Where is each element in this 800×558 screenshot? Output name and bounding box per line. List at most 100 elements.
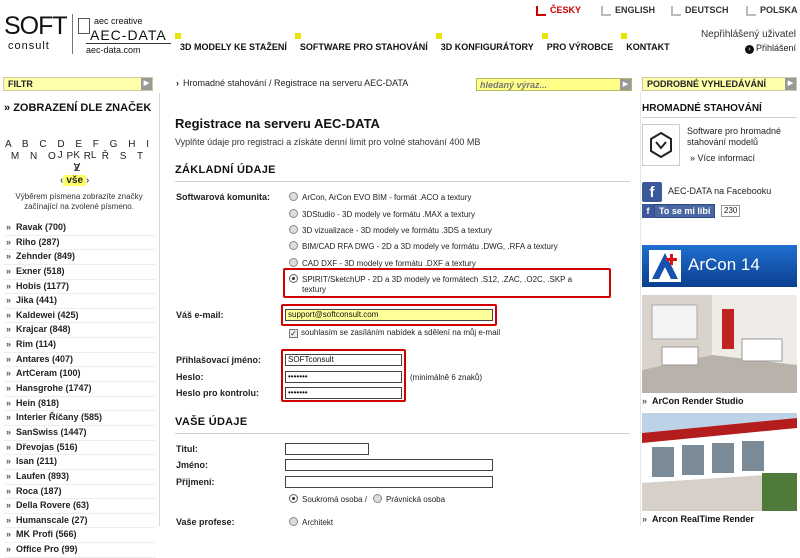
- list-item[interactable]: Laufen (893): [4, 470, 156, 485]
- login-name-label: Přihlašovací jméno:: [176, 355, 262, 365]
- lang-english[interactable]: ENGLISH: [601, 5, 655, 16]
- list-item[interactable]: Della Rovere (63): [4, 499, 156, 514]
- nav-contact[interactable]: KONTAKT: [621, 33, 674, 52]
- first-name-field[interactable]: [285, 459, 493, 471]
- software-option-label: 3DStudio - 3D modely ve formátu .MAX a t…: [302, 210, 475, 219]
- bulk-download-icon[interactable]: [642, 124, 680, 166]
- list-item[interactable]: Exner (518): [4, 265, 156, 280]
- nav-software[interactable]: SOFTWARE PRO STAHOVÁNÍ: [294, 33, 433, 52]
- list-item[interactable]: Interier Říčany (585): [4, 411, 156, 426]
- search-go-icon[interactable]: ▶: [620, 79, 631, 90]
- radio-selected-icon[interactable]: [289, 274, 298, 283]
- chevron-right-icon: »: [690, 153, 698, 163]
- render-studio-image[interactable]: [642, 295, 797, 393]
- radio-icon[interactable]: [289, 209, 298, 218]
- password-confirm-field[interactable]: •••••••: [285, 387, 402, 399]
- password-hint: (minimálně 6 znaků): [410, 373, 483, 382]
- title-label: Titul:: [176, 444, 198, 454]
- radio-selected-icon[interactable]: [289, 494, 298, 503]
- login-name-field[interactable]: SOFTconsult: [285, 354, 402, 366]
- checkmark-icon[interactable]: ✓: [289, 329, 298, 338]
- lang-german[interactable]: DEUTSCH: [671, 5, 729, 16]
- left-divider: [159, 93, 160, 526]
- list-item[interactable]: ArtCeram (100): [4, 367, 156, 383]
- person-legal-label[interactable]: Právnická osoba: [386, 495, 445, 504]
- last-name-field[interactable]: [285, 476, 493, 488]
- render-studio-caption[interactable]: ArCon Render Studio: [642, 396, 744, 406]
- list-item[interactable]: Rim (114): [4, 338, 156, 353]
- arcon-banner[interactable]: ArCon 14: [642, 245, 797, 287]
- list-item[interactable]: Hobis (1177): [4, 280, 156, 295]
- radio-icon[interactable]: [289, 225, 298, 234]
- list-item[interactable]: Jika (441): [4, 294, 156, 309]
- realtime-render-image[interactable]: [642, 413, 797, 511]
- software-option-spirit[interactable]: SPIRIT/SketchUP - 2D a 3D modely ve form…: [289, 274, 572, 295]
- list-item[interactable]: Ravak (700): [4, 221, 156, 236]
- software-option-bimcad[interactable]: BIM/CAD RFA DWG - 2D a 3D modely ve form…: [289, 241, 558, 251]
- list-item[interactable]: SanSwiss (1447): [4, 426, 156, 441]
- list-item[interactable]: Office Pro (99): [4, 543, 156, 558]
- lang-polish[interactable]: POLSKA: [746, 5, 798, 16]
- bulk-download-title: HROMADNÉ STAHOVÁNÍ: [642, 103, 762, 114]
- email-field[interactable]: support@softconsult.com: [285, 309, 493, 321]
- software-option-arcon[interactable]: ArCon, ArCon EVO BIM - formát .ACO a tex…: [289, 192, 471, 202]
- logo-aec-data[interactable]: AEC-DATA: [86, 27, 171, 44]
- list-item[interactable]: Isan (211): [4, 455, 156, 470]
- software-option-3dviz[interactable]: 3D vizualizace - 3D modely ve formátu .3…: [289, 225, 492, 235]
- breadcrumb-text[interactable]: Hromadné stahování / Registrace na serve…: [183, 78, 408, 88]
- more-info-link[interactable]: » Více informací: [690, 153, 755, 164]
- list-item[interactable]: MK Profi (566): [4, 528, 156, 544]
- software-option-3dstudio[interactable]: 3DStudio - 3D modely ve formátu .MAX a t…: [289, 209, 475, 219]
- software-option-label: ArCon, ArCon EVO BIM - formát .ACO a tex…: [302, 193, 472, 202]
- software-label: Softwarová komunita:: [176, 192, 271, 202]
- person-private-label[interactable]: Soukromá osoba /: [302, 495, 367, 504]
- list-item[interactable]: Roca (187): [4, 485, 156, 500]
- play-icon[interactable]: ▶: [785, 78, 796, 90]
- login-link-label: Přihlášení: [755, 43, 796, 53]
- list-item[interactable]: Zehnder (849): [4, 250, 156, 265]
- login-link[interactable]: › Přihlášení: [744, 43, 796, 54]
- section-personal-title: VAŠE ÚDAJE: [175, 416, 248, 428]
- brand-list: Ravak (700) Riho (287) Zehnder (849) Exn…: [4, 221, 156, 558]
- logo-tagline: aec creative: [94, 16, 143, 26]
- all-letters-button[interactable]: ‹ vše ›: [60, 175, 89, 186]
- list-item[interactable]: Riho (287): [4, 236, 156, 251]
- list-item[interactable]: Hansgrohe (1747): [4, 382, 156, 397]
- logo-soft[interactable]: SOFT: [4, 14, 68, 39]
- search-input[interactable]: [476, 78, 632, 91]
- realtime-render-caption[interactable]: Arcon RealTime Render: [642, 514, 754, 524]
- title-field[interactable]: [285, 443, 369, 455]
- nav-configurators[interactable]: 3D KONFIGURÁTORY: [435, 33, 539, 52]
- password-field[interactable]: •••••••: [285, 371, 402, 383]
- list-item[interactable]: Kaldewei (425): [4, 309, 156, 324]
- facebook-link[interactable]: AEC-DATA na Facebooku: [668, 186, 771, 197]
- advanced-search-bar[interactable]: PODROBNÉ VYHLEDÁVÁNÍ ▶: [642, 77, 797, 91]
- logo-divider: [72, 14, 73, 54]
- user-status: Nepřihlášený uživatel: [700, 29, 796, 40]
- radio-icon[interactable]: [289, 258, 298, 267]
- radio-icon[interactable]: [289, 192, 298, 201]
- logo-consult[interactable]: consult: [8, 40, 50, 52]
- play-icon[interactable]: ▶: [141, 78, 152, 90]
- alphabet-row-3[interactable]: Z: [4, 163, 154, 174]
- list-item[interactable]: Humanscale (27): [4, 514, 156, 529]
- list-item[interactable]: Hein (818): [4, 397, 156, 412]
- brand-section-title-text: ZOBRAZENÍ DLE ZNAČEK: [13, 102, 152, 114]
- nav-3d-models[interactable]: 3D MODELY KE STAŽENÍ: [175, 33, 292, 52]
- like-button[interactable]: To se mi líbí: [654, 204, 716, 218]
- filter-bar[interactable]: FILTR ▶: [3, 77, 153, 91]
- chevron-right-icon: ›: [86, 175, 90, 186]
- bulk-download-text: Software pro hromadné stahování modelů: [687, 126, 782, 147]
- list-item[interactable]: Krajcar (848): [4, 323, 156, 339]
- consent-checkbox-row[interactable]: ✓ souhlasím se zasíláním nabídek a sdělen…: [289, 328, 500, 338]
- lang-czech[interactable]: ČESKY: [536, 5, 581, 16]
- facebook-icon[interactable]: f: [642, 182, 662, 202]
- radio-icon[interactable]: [289, 517, 298, 526]
- list-item[interactable]: Antares (407): [4, 353, 156, 368]
- software-option-caddxf[interactable]: CAD DXF - 3D modely ve formátu .DXF a te…: [289, 258, 476, 268]
- nav-manufacturers[interactable]: PRO VÝROBCE: [541, 33, 619, 52]
- list-item[interactable]: Dřevojas (516): [4, 441, 156, 456]
- radio-icon[interactable]: [289, 241, 298, 250]
- radio-icon[interactable]: [372, 494, 382, 503]
- breadcrumb: › Hromadné stahování / Registrace na serv…: [176, 78, 408, 88]
